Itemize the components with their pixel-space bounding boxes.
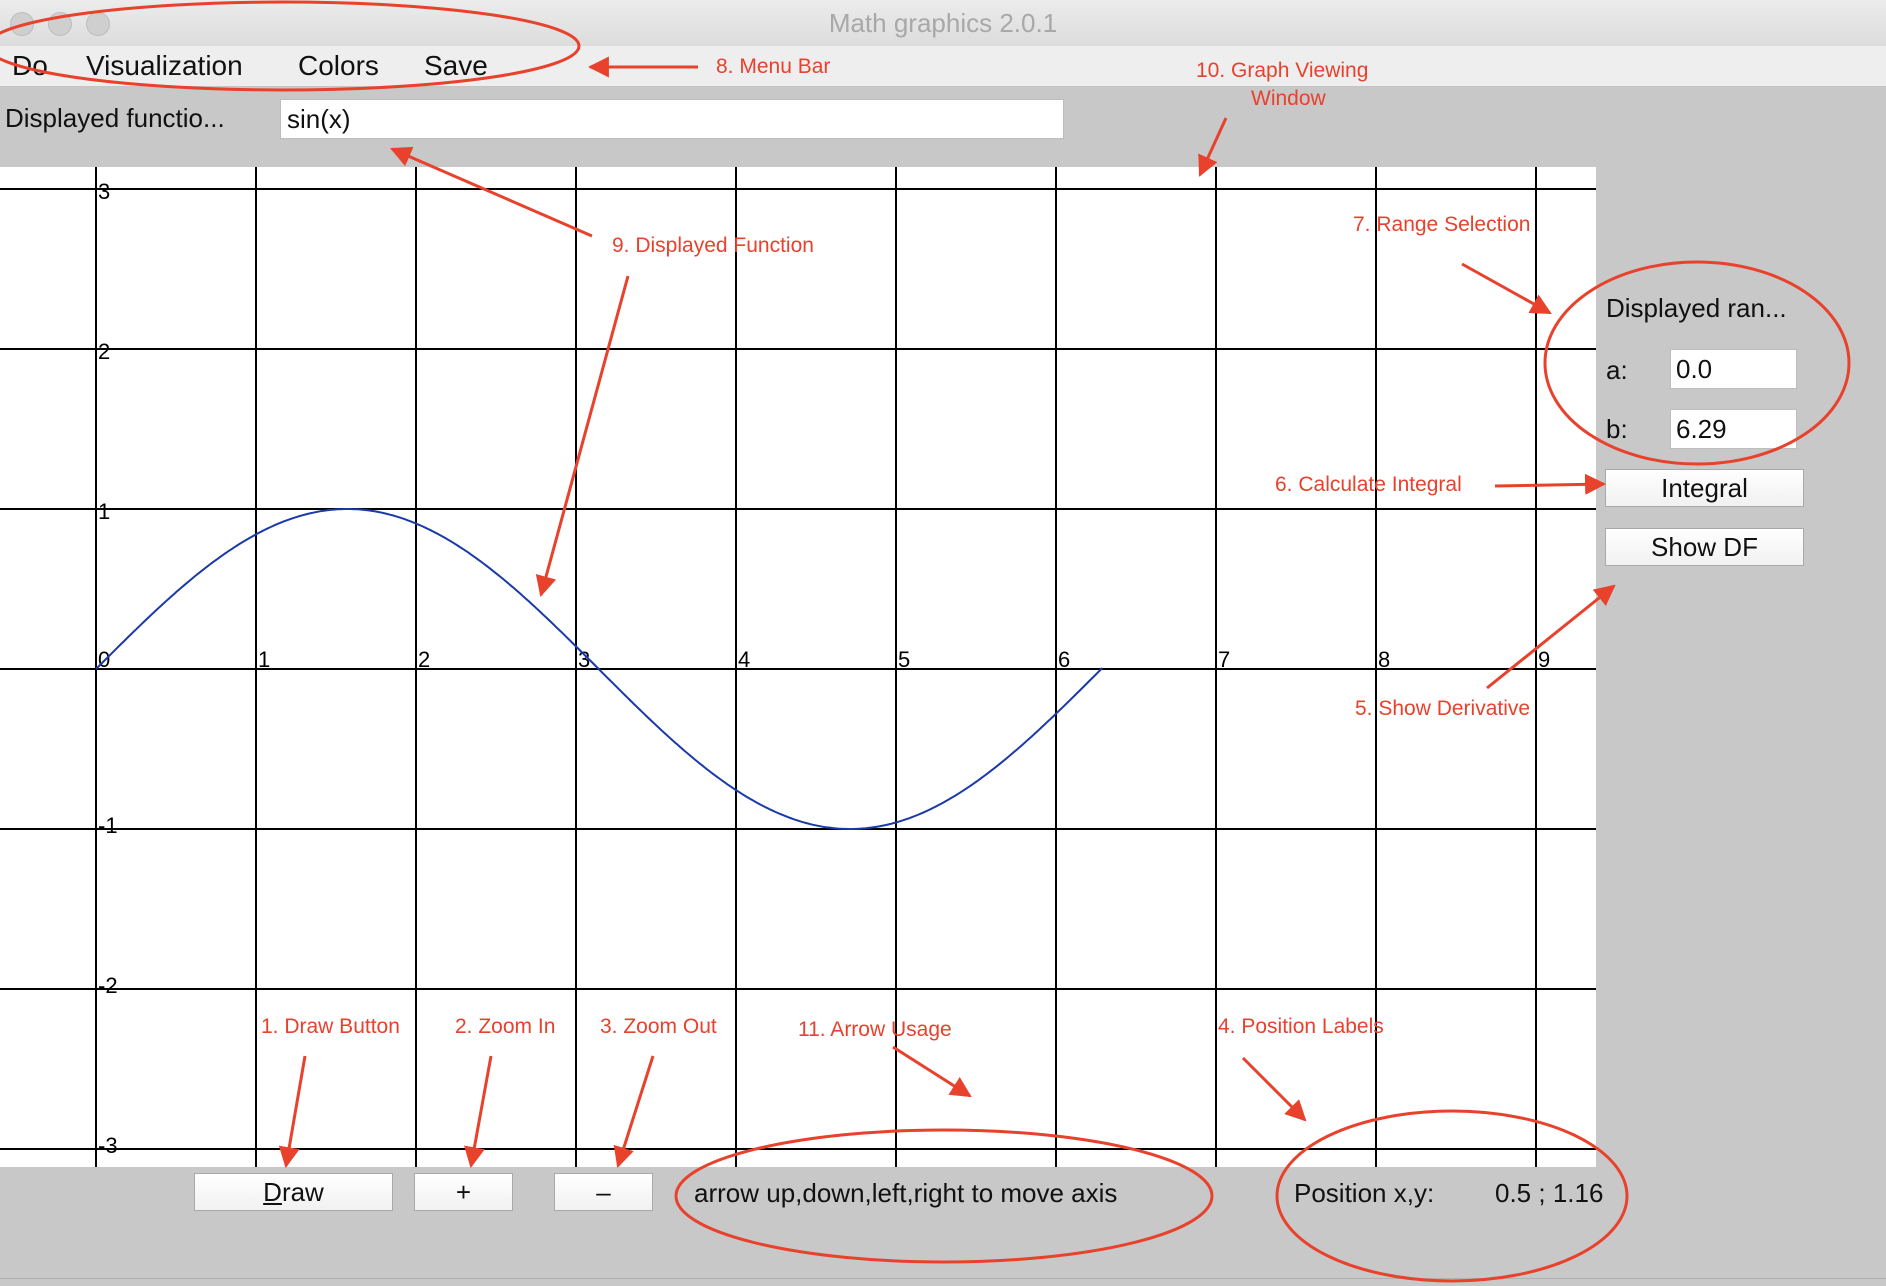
- arrow-usage-hint: arrow up,down,left,right to move axis: [694, 1178, 1118, 1208]
- integral-button[interactable]: Integral: [1605, 469, 1804, 507]
- annotation-graph-window-2: Window: [1251, 87, 1326, 110]
- range-b-label: b:: [1606, 414, 1628, 444]
- x-tick-label: 8: [1378, 647, 1390, 672]
- draw-mnemonic: D: [263, 1177, 282, 1207]
- x-tick-label: 9: [1538, 647, 1550, 672]
- annotation-zoom-in: 2. Zoom In: [455, 1015, 556, 1038]
- annotation-position-labels: 4. Position Labels: [1218, 1015, 1384, 1038]
- range-a-input[interactable]: [1670, 349, 1797, 389]
- x-tick-label: 7: [1218, 647, 1230, 672]
- menu-visualization[interactable]: Visualization: [86, 50, 243, 82]
- y-tick-label: -1: [98, 813, 118, 838]
- annotation-integral: 6. Calculate Integral: [1275, 473, 1462, 496]
- menu-colors[interactable]: Colors: [298, 50, 379, 82]
- annotation-show-derivative: 5. Show Derivative: [1355, 697, 1531, 720]
- y-tick-label: -2: [98, 973, 118, 998]
- y-tick-label: 3: [98, 179, 110, 204]
- y-tick-label: 1: [98, 499, 110, 524]
- y-tick-label: -3: [98, 1133, 118, 1158]
- x-tick-label: 2: [418, 647, 430, 672]
- menu-do[interactable]: Do: [12, 50, 48, 82]
- annotation-draw-button: 1. Draw Button: [261, 1015, 400, 1038]
- displayed-function-label: Displayed functio...: [5, 103, 225, 133]
- y-tick-label: 2: [98, 339, 110, 364]
- position-value: 0.5 ; 1.16: [1495, 1178, 1604, 1208]
- range-title: Displayed ran...: [1606, 293, 1787, 323]
- function-row: Displayed functio...: [0, 87, 1886, 167]
- title-bar: Math graphics 2.0.1: [0, 0, 1886, 47]
- annotation-displayed-function: 9. Displayed Function: [612, 234, 814, 257]
- position-label: Position x,y:: [1294, 1178, 1435, 1208]
- show-df-button[interactable]: Show DF: [1605, 528, 1804, 566]
- annotation-arrow-usage: 11. Arrow Usage: [798, 1018, 952, 1041]
- window-title: Math graphics 2.0.1: [828, 8, 1058, 38]
- range-a-label: a:: [1606, 355, 1628, 385]
- x-tick-label: 5: [898, 647, 910, 672]
- zoom-out-button[interactable]: –: [554, 1173, 653, 1211]
- menu-save[interactable]: Save: [424, 50, 488, 82]
- bottom-border: [0, 1278, 1886, 1279]
- menu-bar: Do Visualization Colors Save: [0, 46, 1886, 87]
- range-b-input[interactable]: [1670, 409, 1797, 449]
- x-tick-label: 6: [1058, 647, 1070, 672]
- annotation-zoom-out: 3. Zoom Out: [600, 1015, 717, 1038]
- zoom-in-button[interactable]: +: [414, 1173, 513, 1211]
- function-input[interactable]: [280, 99, 1064, 139]
- annotation-menu-bar: 8. Menu Bar: [716, 55, 831, 78]
- annotation-graph-window-1: 10. Graph Viewing: [1196, 59, 1369, 82]
- draw-label: raw: [281, 1177, 324, 1207]
- draw-button[interactable]: Draw: [194, 1173, 393, 1211]
- annotation-range-selection: 7. Range Selection: [1353, 213, 1531, 236]
- x-tick-label: 1: [258, 647, 270, 672]
- x-tick-label: 4: [738, 647, 750, 672]
